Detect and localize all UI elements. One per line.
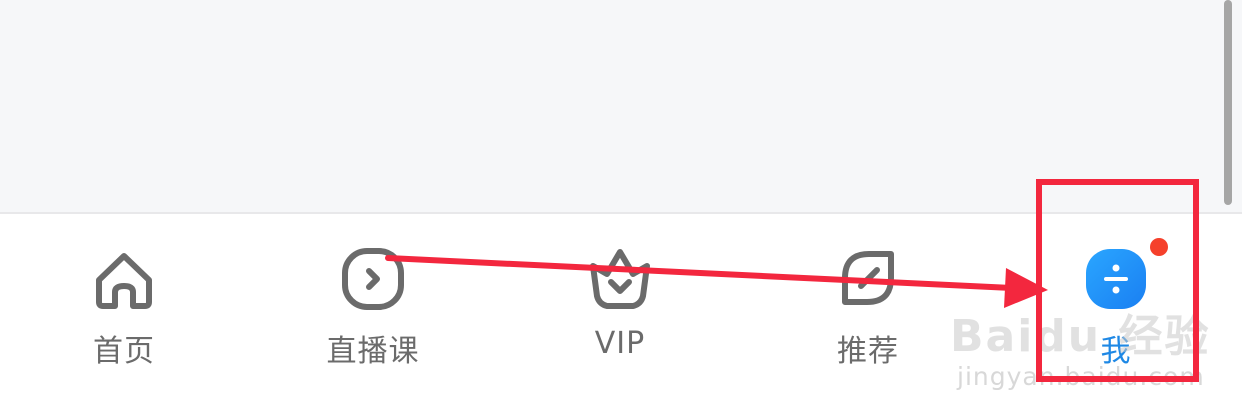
- tab-vip[interactable]: VIP: [540, 244, 700, 374]
- play-circle-icon: [342, 248, 404, 310]
- recommend-icon: [842, 251, 894, 305]
- tab-recommend-label: 推荐: [837, 334, 899, 369]
- tab-vip-label: VIP: [594, 326, 646, 361]
- crown-icon: [590, 249, 650, 309]
- tab-recommend[interactable]: 推荐: [788, 244, 948, 374]
- home-icon: [96, 253, 152, 309]
- tab-live-course-label: 直播课: [326, 334, 420, 369]
- tab-home[interactable]: 首页: [44, 244, 204, 374]
- app-screen: 首页 直播课 VIP 推荐 我 Baidu 经验 jingyan.baidu.c…: [0, 0, 1242, 417]
- tab-live-course[interactable]: 直播课: [293, 244, 453, 374]
- scrollbar[interactable]: [1224, 0, 1232, 205]
- annotation-highlight-box: [1036, 179, 1199, 382]
- tab-home-label: 首页: [93, 334, 155, 369]
